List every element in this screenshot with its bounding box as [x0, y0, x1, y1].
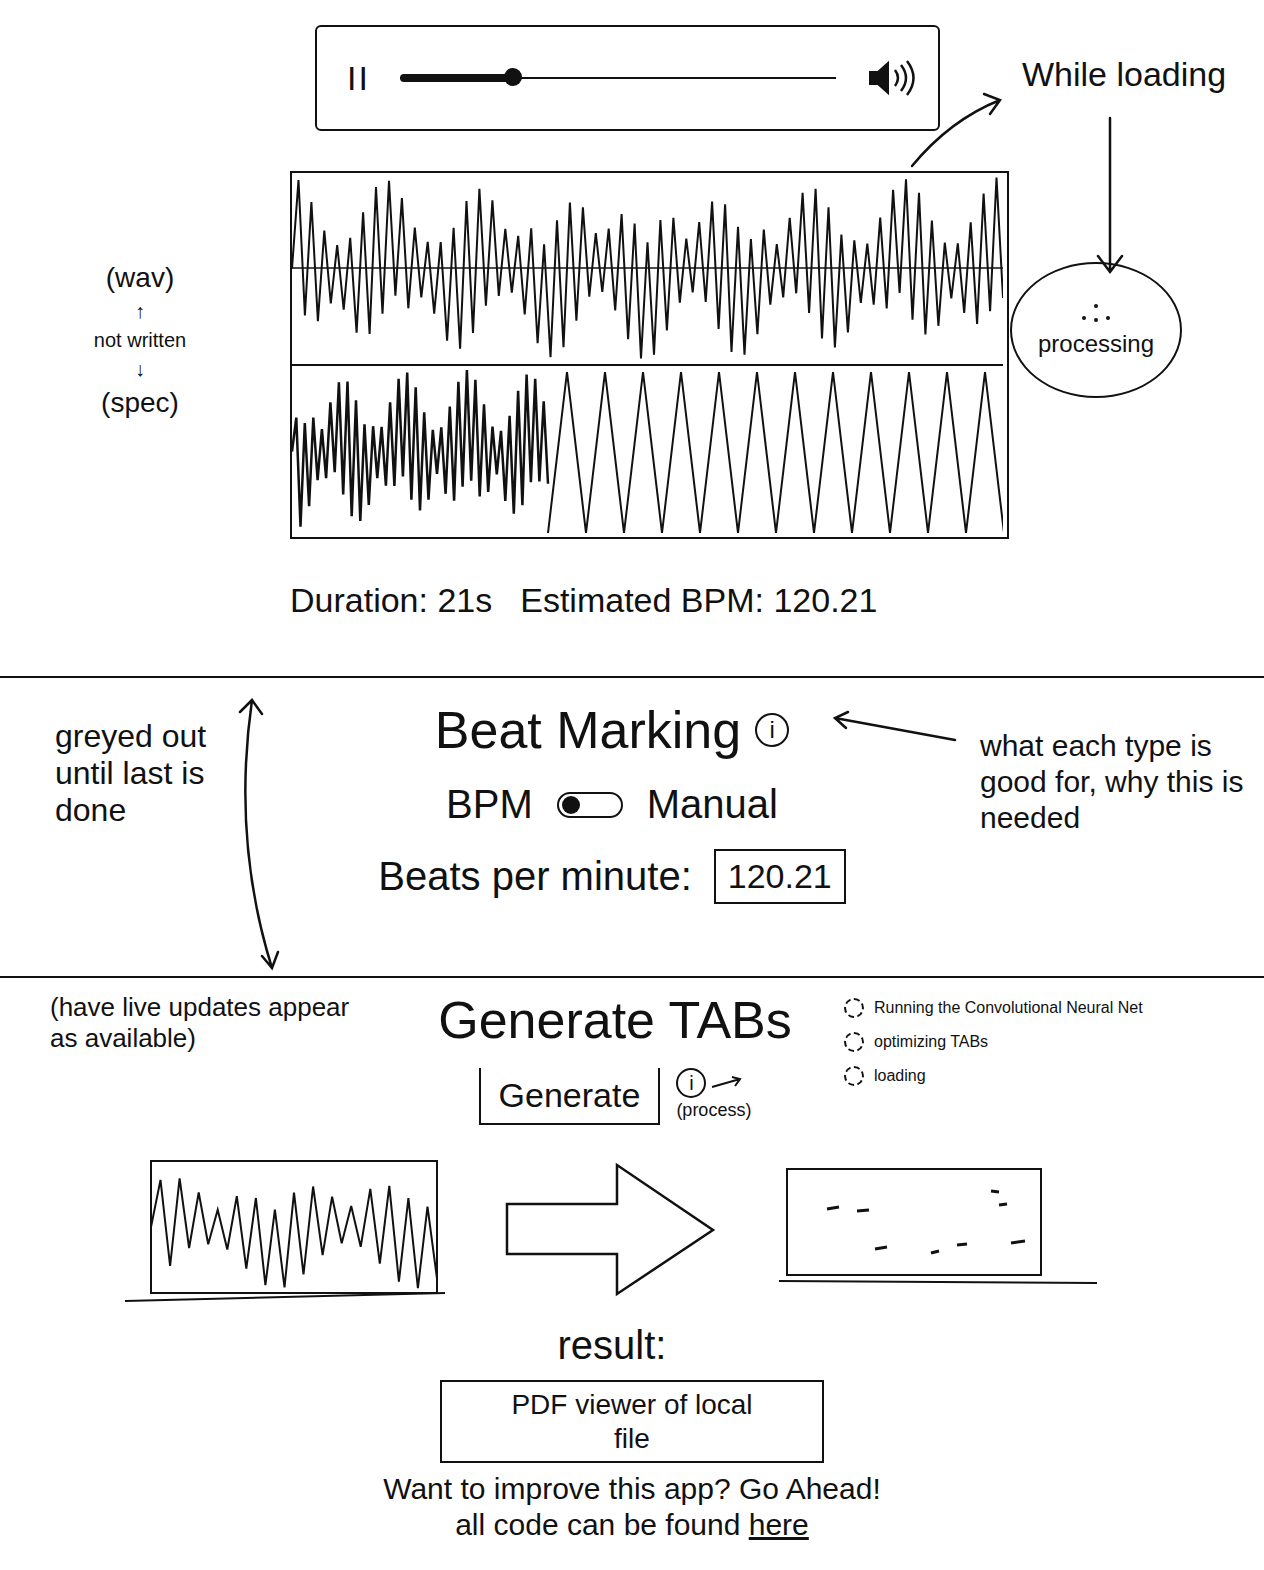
generate-title: Generate TABs	[438, 990, 792, 1050]
footer-line: all code can be found here	[383, 1507, 881, 1543]
loading-notes: While loading processing	[1010, 0, 1264, 676]
progress-step: optimizing TABs	[844, 1032, 1264, 1052]
footer: Want to improve this app? Go Ahead!all c…	[383, 1471, 881, 1543]
pdf-viewer[interactable]: PDF viewer of local file	[440, 1380, 824, 1463]
processing-label: processing	[1038, 330, 1154, 358]
info-icon[interactable]: i	[755, 713, 789, 747]
duration: Duration: 21s	[290, 581, 492, 620]
progress-step: Running the Convolutional Neural Net	[844, 998, 1264, 1018]
info-icon[interactable]: i	[676, 1068, 706, 1098]
bpm-row: Beats per minute: 120.21	[378, 849, 846, 904]
pause-button[interactable]: II	[347, 59, 370, 98]
track-labels: (wav) ↑ not written ↓ (spec)	[0, 0, 280, 676]
estimated-bpm: Estimated BPM: 120.21	[520, 581, 877, 620]
mode-label[interactable]: BPM	[446, 782, 533, 827]
arrow-to-processing	[1098, 118, 1122, 272]
progress-steps: Running the Convolutional Neural Net opti…	[840, 978, 1264, 1125]
bpm-input[interactable]: 120.21	[714, 849, 846, 904]
tabs-output-icon	[779, 1165, 1099, 1295]
greyed-note: greyed out until last is done	[0, 678, 260, 976]
toggle-knob	[562, 796, 580, 814]
bpm-label: Beats per minute:	[378, 854, 692, 899]
arrow-to-info	[835, 712, 955, 740]
progress-step: loading	[844, 1066, 1264, 1086]
volume-icon[interactable]	[866, 58, 918, 98]
step-status-icon	[844, 1032, 864, 1052]
spectrogram	[292, 366, 1003, 537]
mode-toggle[interactable]	[557, 792, 623, 818]
code-link[interactable]: here	[749, 1508, 809, 1541]
processing-dots-icon	[1076, 302, 1116, 324]
audio-wave-icon	[125, 1155, 445, 1305]
beat-marking-section: greyed out until last is doneBeat Markin…	[0, 678, 1264, 978]
process-illustration	[0, 1155, 1264, 1305]
spectrogram-drawn	[292, 370, 548, 526]
waveform	[292, 173, 1003, 366]
mode-toggle-row: BPM Manual	[446, 782, 778, 827]
waveform-panel	[290, 171, 1009, 539]
result-section: result: PDF viewer of local file Want to i…	[0, 1323, 1264, 1543]
spectrogram-pending	[548, 372, 1003, 533]
info-note: what each type is good for, why this is …	[964, 678, 1264, 976]
up-arrow: ↑	[135, 300, 145, 323]
seek-knob[interactable]	[504, 68, 522, 86]
not-written-note: not written	[94, 329, 186, 352]
result-label: result:	[558, 1323, 667, 1368]
processing-indicator: processing	[1010, 262, 1182, 398]
generate-panel: Generate TABs Generate i(process)	[390, 978, 840, 1125]
live-updates-note: (have live updates appear as available)	[0, 978, 390, 1125]
beat-marking-title: Beat Markingi	[435, 700, 789, 760]
audio-stats: Duration: 21s Estimated BPM: 120.21	[290, 581, 1010, 620]
spec-label: (spec)	[101, 387, 179, 419]
big-arrow-icon	[505, 1162, 719, 1298]
process-label: (process)	[676, 1100, 751, 1121]
page: (wav) ↑ not written ↓ (spec) II Duration: 21s E…	[0, 0, 1264, 1570]
process-info: i(process)	[676, 1068, 751, 1121]
seek-fill	[400, 74, 513, 82]
audio-panel: II Duration: 21s Estimated BPM: 120.21	[280, 0, 1010, 676]
audio-section: (wav) ↑ not written ↓ (spec) II Duration: 21s E…	[0, 0, 1264, 678]
step-status-icon	[844, 1066, 864, 1086]
footer-line: Want to improve this app? Go Ahead!	[383, 1471, 881, 1507]
annotation-arrows	[0, 0, 1264, 1570]
arrow-greyed-link	[240, 700, 278, 968]
generate-section: (have live updates appear as available)G…	[0, 978, 1264, 1543]
beat-marking-panel: Beat Markingi BPM Manual Beats per minute: 1…	[260, 678, 964, 976]
arrow-icon	[710, 1075, 744, 1091]
seek-slider[interactable]	[400, 66, 836, 90]
while-loading-note: While loading	[1022, 55, 1226, 94]
step-status-icon	[844, 998, 864, 1018]
arrow-to-while-loading	[912, 94, 1000, 166]
down-arrow: ↓	[135, 358, 145, 381]
mode-label[interactable]: Manual	[647, 782, 778, 827]
audio-player: II	[315, 25, 940, 131]
wav-label: (wav)	[106, 262, 174, 294]
generate-button[interactable]: Generate	[479, 1068, 661, 1125]
